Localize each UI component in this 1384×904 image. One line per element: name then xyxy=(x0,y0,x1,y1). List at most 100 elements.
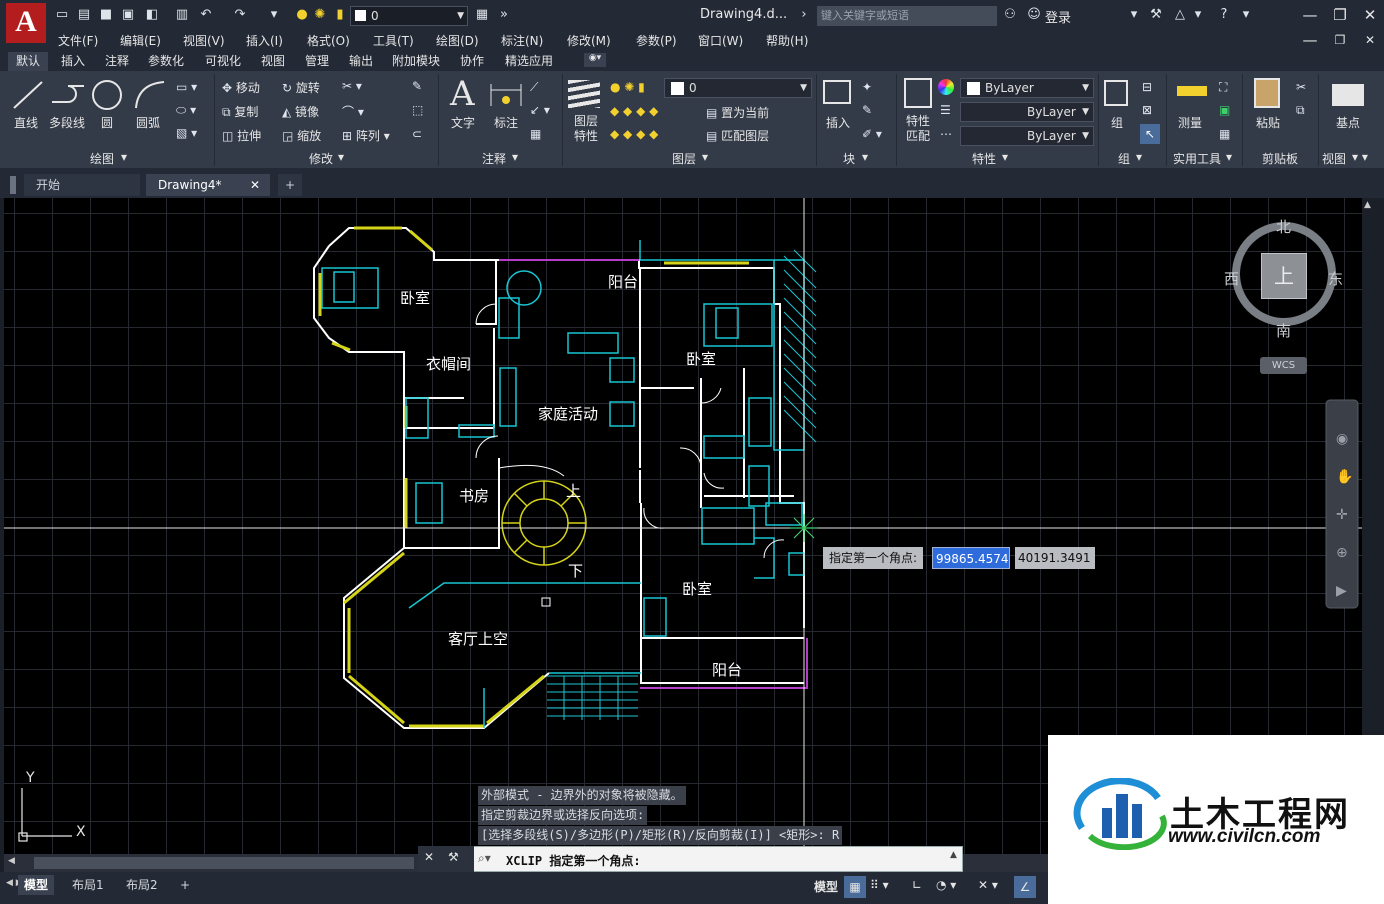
save-icon[interactable]: ■ xyxy=(98,7,114,23)
snap-icon[interactable]: ⠿ ▾ xyxy=(870,878,889,892)
chevron-down-icon[interactable]: ▾ xyxy=(862,150,868,164)
properties-panel-title[interactable]: 特性 xyxy=(972,150,996,167)
app-menu-button[interactable]: A xyxy=(6,3,46,43)
annotation-panel-title[interactable]: 注释 xyxy=(482,150,506,167)
block-attr-icon[interactable]: ✐ ▾ xyxy=(862,127,882,141)
tab-model[interactable]: 模型 xyxy=(18,875,55,895)
line-icon[interactable] xyxy=(10,78,46,112)
menu-insert[interactable]: 插入(I) xyxy=(246,32,283,49)
isodraft-icon[interactable]: ✕ ▾ xyxy=(978,878,998,892)
modify-panel-title[interactable]: 修改 xyxy=(309,150,333,167)
tab-layout1[interactable]: 布局1 xyxy=(66,875,110,895)
dynamic-input-y[interactable]: 40191.3491 xyxy=(1015,547,1095,569)
move-button[interactable]: ✥ 移动 xyxy=(222,79,260,96)
help-icon[interactable]: ? xyxy=(1216,7,1232,23)
copy-button[interactable]: ⧉ 复制 xyxy=(222,103,258,120)
minimize-icon[interactable]: — xyxy=(1300,5,1320,25)
chevron-down-icon[interactable]: ▾ xyxy=(1190,7,1206,23)
chevron-down-icon[interactable]: ▾ ▾ xyxy=(1352,150,1368,164)
group-icon[interactable] xyxy=(1104,80,1128,106)
scroll-left-icon[interactable]: ◀ xyxy=(8,856,15,866)
polar-icon[interactable]: ◔ ▾ xyxy=(936,878,956,892)
utilities-panel-title[interactable]: 实用工具 xyxy=(1173,150,1221,167)
arc-button[interactable]: 圆弧 xyxy=(136,114,160,131)
menu-view[interactable]: 视图(V) xyxy=(183,32,225,49)
navbar-tools[interactable]: ◉ ✋ ✛ ⊕ ▶ xyxy=(1336,420,1353,610)
paste-button[interactable]: 粘贴 xyxy=(1256,114,1280,131)
quick-layer-dropdown[interactable]: 0 ▼ xyxy=(350,6,468,26)
circle-icon[interactable] xyxy=(90,78,124,112)
tab-view[interactable]: 视图 xyxy=(261,52,285,69)
object-snap-tracking-icon[interactable]: ∠ xyxy=(1014,876,1036,898)
line-button[interactable]: 直线 xyxy=(14,114,38,131)
chevron-down-icon[interactable]: ▾ xyxy=(1002,150,1008,164)
viewcube-north[interactable]: 北 xyxy=(1276,216,1291,237)
offset-icon[interactable]: ⊂ xyxy=(412,127,422,141)
menu-tools[interactable]: 工具(T) xyxy=(373,32,414,49)
tab-default[interactable]: 默认 xyxy=(8,52,48,71)
menu-window[interactable]: 窗口(W) xyxy=(698,32,743,49)
stretch-button[interactable]: ◫ 拉伸 xyxy=(222,127,261,144)
group-button[interactable]: 组 xyxy=(1111,114,1123,131)
bulb-icon[interactable]: ● xyxy=(294,7,310,23)
chevron-down-icon[interactable]: ▾ xyxy=(1126,7,1142,23)
cart-icon[interactable]: ⚒ xyxy=(1148,7,1164,23)
leader2-icon[interactable]: ↙ ▾ xyxy=(530,103,550,117)
measure-button[interactable]: 测量 xyxy=(1178,114,1202,131)
layers-panel-title[interactable]: 图层 xyxy=(672,150,696,167)
tab-layout2[interactable]: 布局2 xyxy=(120,875,164,895)
circle-button[interactable]: 圆 xyxy=(101,114,113,131)
tab-drawing4[interactable]: Drawing4* ✕ xyxy=(146,174,270,196)
quick-select-icon[interactable]: ▣ xyxy=(1219,103,1230,117)
command-close-icon[interactable]: ✕ xyxy=(424,850,434,864)
tab-output[interactable]: 输出 xyxy=(349,52,373,69)
restore-icon[interactable]: ❐ xyxy=(1330,5,1350,25)
polyline-button[interactable]: 多段线 xyxy=(49,114,85,131)
match-layer-button[interactable]: ▤ 匹配图层 xyxy=(706,127,769,144)
scroll-up-icon[interactable]: ▲ xyxy=(1364,200,1371,210)
groups-panel-title[interactable]: 组 xyxy=(1118,150,1130,167)
tab-start[interactable]: 开始 xyxy=(24,174,140,196)
color-wheel-icon[interactable] xyxy=(938,79,954,95)
linetype-icon[interactable]: ⋯ xyxy=(940,127,952,141)
chevron-down-icon[interactable]: ▾ xyxy=(1136,150,1142,164)
chevron-down-icon[interactable]: ▾ xyxy=(702,150,708,164)
chevron-right-icon[interactable]: › xyxy=(796,7,812,23)
scale-button[interactable]: ◲ 缩放 xyxy=(282,127,321,144)
save-as-icon[interactable]: ▣ xyxy=(120,7,136,23)
create-block-icon[interactable]: ✦ xyxy=(862,80,872,94)
dimension-icon[interactable] xyxy=(488,80,524,110)
search-input[interactable]: 键入关键字或短语 xyxy=(817,6,997,26)
doc-close-icon[interactable]: ✕ xyxy=(1360,30,1380,50)
erase-icon[interactable]: ✎ xyxy=(412,79,422,93)
lineweight-icon[interactable]: ☰ xyxy=(940,103,951,117)
mirror-button[interactable]: ◭ 镜像 xyxy=(282,103,319,120)
menu-edit[interactable]: 编辑(E) xyxy=(120,32,161,49)
set-current-button[interactable]: ▤ 置为当前 xyxy=(706,104,769,121)
more-icon[interactable]: » xyxy=(496,7,512,23)
binoculars-icon[interactable]: ⚇ xyxy=(1002,7,1018,23)
ortho-icon[interactable]: ∟ xyxy=(912,878,922,892)
menu-draw[interactable]: 绘图(D) xyxy=(436,32,479,49)
paste-icon[interactable] xyxy=(1254,78,1280,108)
view-panel-title[interactable]: 视图 xyxy=(1322,150,1346,167)
match-properties-icon[interactable] xyxy=(904,78,932,108)
sun-icon[interactable]: ✺ xyxy=(312,7,328,23)
calculator-icon[interactable]: ▦ xyxy=(1219,127,1230,141)
open-icon[interactable]: ▤ xyxy=(76,7,92,23)
model-space-button[interactable]: 模型 xyxy=(814,878,838,895)
plot-icon[interactable]: ▥ xyxy=(174,7,190,23)
layer-props-icon[interactable]: ▦ xyxy=(474,7,490,23)
chevron-down-icon[interactable]: ▾ xyxy=(338,150,344,164)
table-icon[interactable]: ▦ xyxy=(530,127,541,141)
chevron-down-icon[interactable]: ▾ xyxy=(1226,150,1232,164)
menu-format[interactable]: 格式(O) xyxy=(307,32,350,49)
command-prompt-icon[interactable]: ⌕▾ xyxy=(478,851,491,866)
layer-tools-icon[interactable]: ◆ ◆ ◆ ◆ xyxy=(610,104,658,118)
lineweight-dropdown[interactable]: ByLayer ▼ xyxy=(960,102,1094,122)
edit-block-icon[interactable]: ✎ xyxy=(862,103,872,117)
rectangle-icon[interactable]: ▭ ▾ xyxy=(176,80,197,94)
polyline-icon[interactable] xyxy=(48,78,88,112)
ellipse-icon[interactable]: ⬭ ▾ xyxy=(176,103,196,118)
base-button[interactable]: 基点 xyxy=(1336,114,1360,131)
